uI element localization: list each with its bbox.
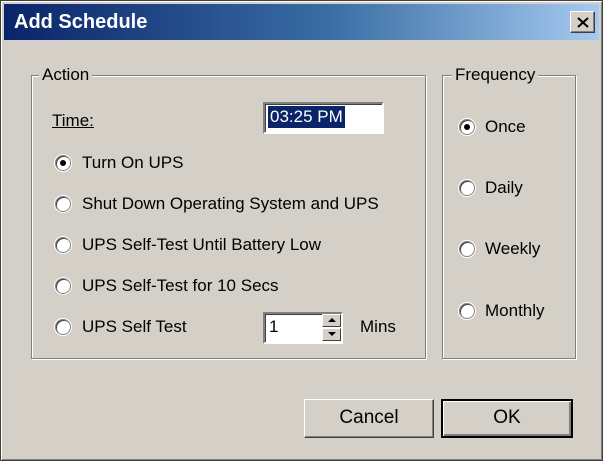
arrow-up-icon (328, 318, 336, 322)
stepper-down-button[interactable] (322, 328, 341, 341)
frequency-group: Frequency Once Daily Weekly Monthly (442, 64, 576, 359)
ok-button[interactable]: OK (441, 399, 573, 438)
radio-self-test-10-secs-label[interactable]: UPS Self-Test for 10 Secs (82, 275, 279, 297)
cancel-button[interactable]: Cancel (304, 399, 434, 438)
radio-frequency-once-label[interactable]: Once (485, 116, 526, 138)
stepper-up-button[interactable] (322, 314, 341, 327)
radio-turn-on-ups-label[interactable]: Turn On UPS (82, 152, 183, 174)
action-group: Action Time: 03:25 PM Turn On UPS Shut D… (31, 64, 426, 359)
close-icon (577, 17, 589, 28)
time-label-text: Time: (52, 111, 94, 130)
minutes-unit-label: Mins (360, 317, 396, 336)
radio-frequency-monthly[interactable] (459, 303, 475, 319)
minutes-stepper[interactable]: 1 (263, 312, 343, 344)
minutes-value: 1 (269, 317, 279, 336)
radio-frequency-daily-label[interactable]: Daily (485, 177, 523, 199)
radio-ups-self-test-label[interactable]: UPS Self Test (82, 316, 187, 338)
radio-turn-on-ups[interactable] (55, 155, 71, 171)
dialog-title: Add Schedule (14, 11, 148, 33)
arrow-down-icon (328, 332, 336, 336)
radio-self-test-until-battery-low[interactable] (55, 237, 71, 253)
radio-frequency-monthly-label[interactable]: Monthly (485, 300, 545, 322)
radio-shut-down-os-and-ups[interactable] (55, 196, 71, 212)
frequency-group-legend: Frequency (452, 64, 539, 86)
radio-shut-down-os-and-ups-label[interactable]: Shut Down Operating System and UPS (82, 193, 379, 215)
radio-ups-self-test[interactable] (55, 319, 71, 335)
time-field[interactable]: 03:25 PM (263, 102, 384, 134)
radio-frequency-once[interactable] (459, 119, 475, 135)
close-button[interactable] (570, 11, 595, 33)
radio-self-test-10-secs[interactable] (55, 278, 71, 294)
radio-self-test-until-battery-low-label[interactable]: UPS Self-Test Until Battery Low (82, 234, 321, 256)
radio-frequency-weekly[interactable] (459, 241, 475, 257)
action-group-legend: Action (39, 64, 93, 86)
add-schedule-dialog: Add Schedule Action Time: 03:25 PM Turn … (0, 0, 603, 461)
radio-frequency-weekly-label[interactable]: Weekly (485, 238, 540, 260)
time-value: 03:25 PM (268, 106, 345, 128)
radio-frequency-daily[interactable] (459, 180, 475, 196)
title-bar[interactable]: Add Schedule (4, 4, 599, 40)
time-label: Time: (52, 110, 94, 132)
